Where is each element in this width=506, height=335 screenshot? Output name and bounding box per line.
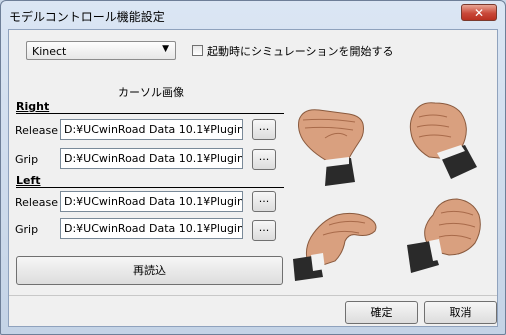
dialog-window: モデルコントロール機能設定 ✕ Kinect ▼ 起動時にシミュレーションを開始… xyxy=(0,0,506,335)
device-select[interactable]: Kinect ▼ xyxy=(26,41,176,60)
right-grip-browse-button[interactable]: ... xyxy=(252,149,276,170)
start-sim-label[interactable]: 起動時にシミュレーションを開始する xyxy=(207,43,394,59)
close-icon: ✕ xyxy=(473,6,485,20)
start-sim-checkbox[interactable] xyxy=(192,45,203,56)
cursor-image-heading: カーソル画像 xyxy=(118,86,184,99)
right-grip-label: Grip xyxy=(15,153,39,166)
right-grip-path-input[interactable]: D:¥UCwinRoad Data 10.1¥Plugins¥Kin xyxy=(60,148,243,169)
right-release-hand-icon xyxy=(298,109,364,186)
device-select-value: Kinect xyxy=(32,45,67,58)
right-release-label: Release xyxy=(15,124,58,137)
footer-divider xyxy=(9,295,497,296)
title-bar[interactable]: モデルコントロール機能設定 ✕ xyxy=(1,1,505,31)
window-title: モデルコントロール機能設定 xyxy=(9,10,165,24)
left-release-label: Release xyxy=(15,196,58,209)
left-release-browse-button[interactable]: ... xyxy=(252,191,276,212)
left-heading: Left xyxy=(16,174,41,187)
right-grip-hand-icon xyxy=(409,102,477,179)
left-divider xyxy=(16,187,284,188)
right-heading: Right xyxy=(16,100,50,113)
right-release-browse-button[interactable]: ... xyxy=(252,119,276,140)
close-button[interactable]: ✕ xyxy=(461,4,497,21)
left-grip-path-input[interactable]: D:¥UCwinRoad Data 10.1¥Plugins¥Kin xyxy=(60,218,243,239)
ok-button[interactable]: 確定 xyxy=(345,301,418,324)
left-release-path-input[interactable]: D:¥UCwinRoad Data 10.1¥Plugins¥Kin xyxy=(60,191,243,212)
reload-button[interactable]: 再読込 xyxy=(16,256,283,285)
chevron-down-icon: ▼ xyxy=(162,44,169,54)
left-grip-hand-icon xyxy=(407,198,481,273)
cursor-preview-images xyxy=(293,102,481,281)
dialog-client-area: Kinect ▼ 起動時にシミュレーションを開始する カーソル画像 Right … xyxy=(8,29,498,327)
left-grip-label: Grip xyxy=(15,223,39,236)
right-divider xyxy=(16,113,284,114)
right-release-path-input[interactable]: D:¥UCwinRoad Data 10.1¥Plugins¥Kin xyxy=(60,119,243,140)
left-grip-browse-button[interactable]: ... xyxy=(252,220,276,241)
cancel-button[interactable]: 取消 xyxy=(424,301,497,324)
left-release-hand-icon xyxy=(293,212,377,281)
